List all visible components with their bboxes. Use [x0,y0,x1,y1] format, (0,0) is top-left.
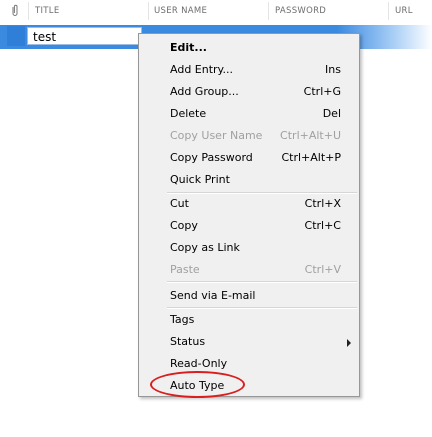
menu-item-shortcut: Ctrl+Alt+U [280,129,341,142]
menu-item-label: Copy User Name [170,129,263,142]
menu-item-paste[interactable]: Paste Ctrl+V [139,258,359,280]
menu-item-label: Copy Password [170,151,253,164]
context-menu: Edit... Add Entry... Ins Add Group... Ct… [138,33,360,397]
menu-item-tags[interactable]: Tags [139,308,359,330]
column-separator[interactable] [268,2,269,20]
menu-item-label: Send via E-mail [170,289,256,302]
menu-item-label: Delete [170,107,207,120]
submenu-arrow-icon [347,339,351,347]
menu-item-copy-as-link[interactable]: Copy as Link [139,236,359,258]
menu-item-read-only[interactable]: Read-Only [139,352,359,374]
menu-item-shortcut: Ctrl+G [303,85,341,98]
menu-item-copy-user-name[interactable]: Copy User Name Ctrl+Alt+U [139,124,359,146]
menu-item-shortcut: Ctrl+V [304,263,341,276]
entry-title: test [33,30,57,44]
column-header-row: TITLE USER NAME PASSWORD URL [0,0,432,22]
menu-item-label: Status [170,335,206,348]
column-password[interactable]: PASSWORD [275,6,326,16]
menu-item-label: Tags [170,313,195,326]
column-url[interactable]: URL [395,6,413,16]
menu-item-shortcut: Ctrl+X [304,197,341,210]
menu-item-add-entry[interactable]: Add Entry... Ins [139,58,359,80]
menu-item-shortcut: Ctrl+C [304,219,341,232]
menu-item-send-via-email[interactable]: Send via E-mail [139,284,359,306]
menu-item-label: Copy [170,219,198,232]
column-title[interactable]: TITLE [35,6,60,16]
menu-item-label: Add Entry... [170,63,233,76]
menu-item-add-group[interactable]: Add Group... Ctrl+G [139,80,359,102]
menu-divider [167,281,357,283]
menu-item-status[interactable]: Status [139,330,359,352]
menu-item-label: Paste [170,263,200,276]
column-separator[interactable] [388,2,389,20]
menu-item-label: Add Group... [170,85,239,98]
attachment-icon[interactable] [10,4,20,17]
menu-item-quick-print[interactable]: Quick Print [139,168,359,190]
menu-item-shortcut: Ctrl+Alt+P [281,151,341,164]
entry-key-icon [7,26,25,46]
menu-item-label: Read-Only [170,357,228,370]
menu-item-shortcut: Del [322,107,341,120]
menu-item-delete[interactable]: Delete Del [139,102,359,124]
menu-item-label: Copy as Link [170,241,240,254]
column-user-name[interactable]: USER NAME [154,6,207,16]
column-separator[interactable] [148,2,149,20]
menu-item-cut[interactable]: Cut Ctrl+X [139,192,359,214]
menu-item-copy[interactable]: Copy Ctrl+C [139,214,359,236]
menu-item-copy-password[interactable]: Copy Password Ctrl+Alt+P [139,146,359,168]
menu-item-label: Edit... [170,41,207,54]
menu-item-label: Cut [170,197,189,210]
highlight-ellipse [150,371,245,398]
menu-item-label: Quick Print [170,173,230,186]
menu-item-edit[interactable]: Edit... [139,36,359,58]
column-separator[interactable] [28,2,29,20]
menu-item-shortcut: Ins [325,63,341,76]
